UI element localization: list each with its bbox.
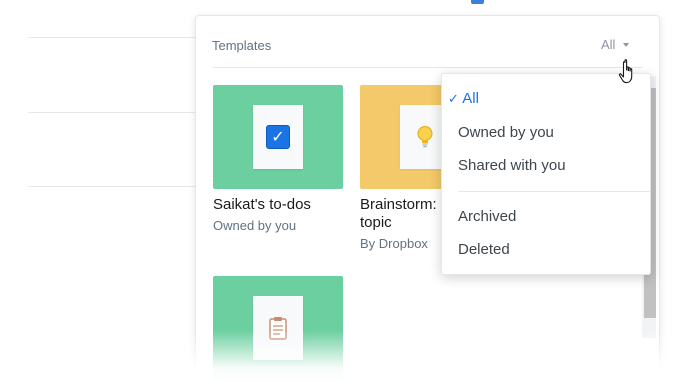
hand-cursor-icon bbox=[618, 59, 633, 84]
panel-title: Templates bbox=[212, 38, 272, 53]
background-divider bbox=[28, 112, 196, 113]
template-title[interactable]: Brainstorm: bbox=[360, 196, 437, 214]
filter-dropdown-menu: ✓ All Owned by you Shared with you Archi… bbox=[441, 73, 651, 275]
template-card-todos[interactable]: ✓ bbox=[213, 85, 343, 189]
background-accent bbox=[471, 0, 484, 4]
header-divider bbox=[212, 67, 642, 68]
menu-item-label: All bbox=[462, 90, 479, 107]
chevron-down-icon bbox=[623, 43, 630, 47]
menu-item-shared-with-you[interactable]: Shared with you bbox=[458, 157, 566, 174]
menu-divider bbox=[458, 191, 650, 192]
template-subtitle: Owned by you bbox=[213, 218, 297, 233]
page: Templates All ✓ Saikat's to-dos Owned by… bbox=[0, 0, 680, 384]
document-preview: ✓ bbox=[253, 105, 303, 169]
menu-item-all[interactable]: ✓ All bbox=[448, 90, 479, 107]
checkbox-icon: ✓ bbox=[266, 125, 290, 149]
menu-item-owned-by-you[interactable]: Owned by you bbox=[458, 124, 554, 141]
filter-label: All bbox=[601, 37, 616, 52]
background-divider bbox=[28, 37, 196, 38]
lightbulb-icon bbox=[417, 126, 433, 148]
template-subtitle: By Dropbox bbox=[360, 236, 428, 251]
checkmark-icon: ✓ bbox=[448, 91, 459, 106]
menu-item-deleted[interactable]: Deleted bbox=[458, 241, 510, 258]
bottom-fade bbox=[0, 330, 680, 384]
background-divider bbox=[28, 186, 196, 187]
template-title-line2[interactable]: topic bbox=[360, 214, 392, 232]
menu-item-archived[interactable]: Archived bbox=[458, 208, 516, 225]
template-title[interactable]: Saikat's to-dos bbox=[213, 196, 311, 214]
filter-dropdown-button[interactable]: All bbox=[601, 37, 630, 52]
